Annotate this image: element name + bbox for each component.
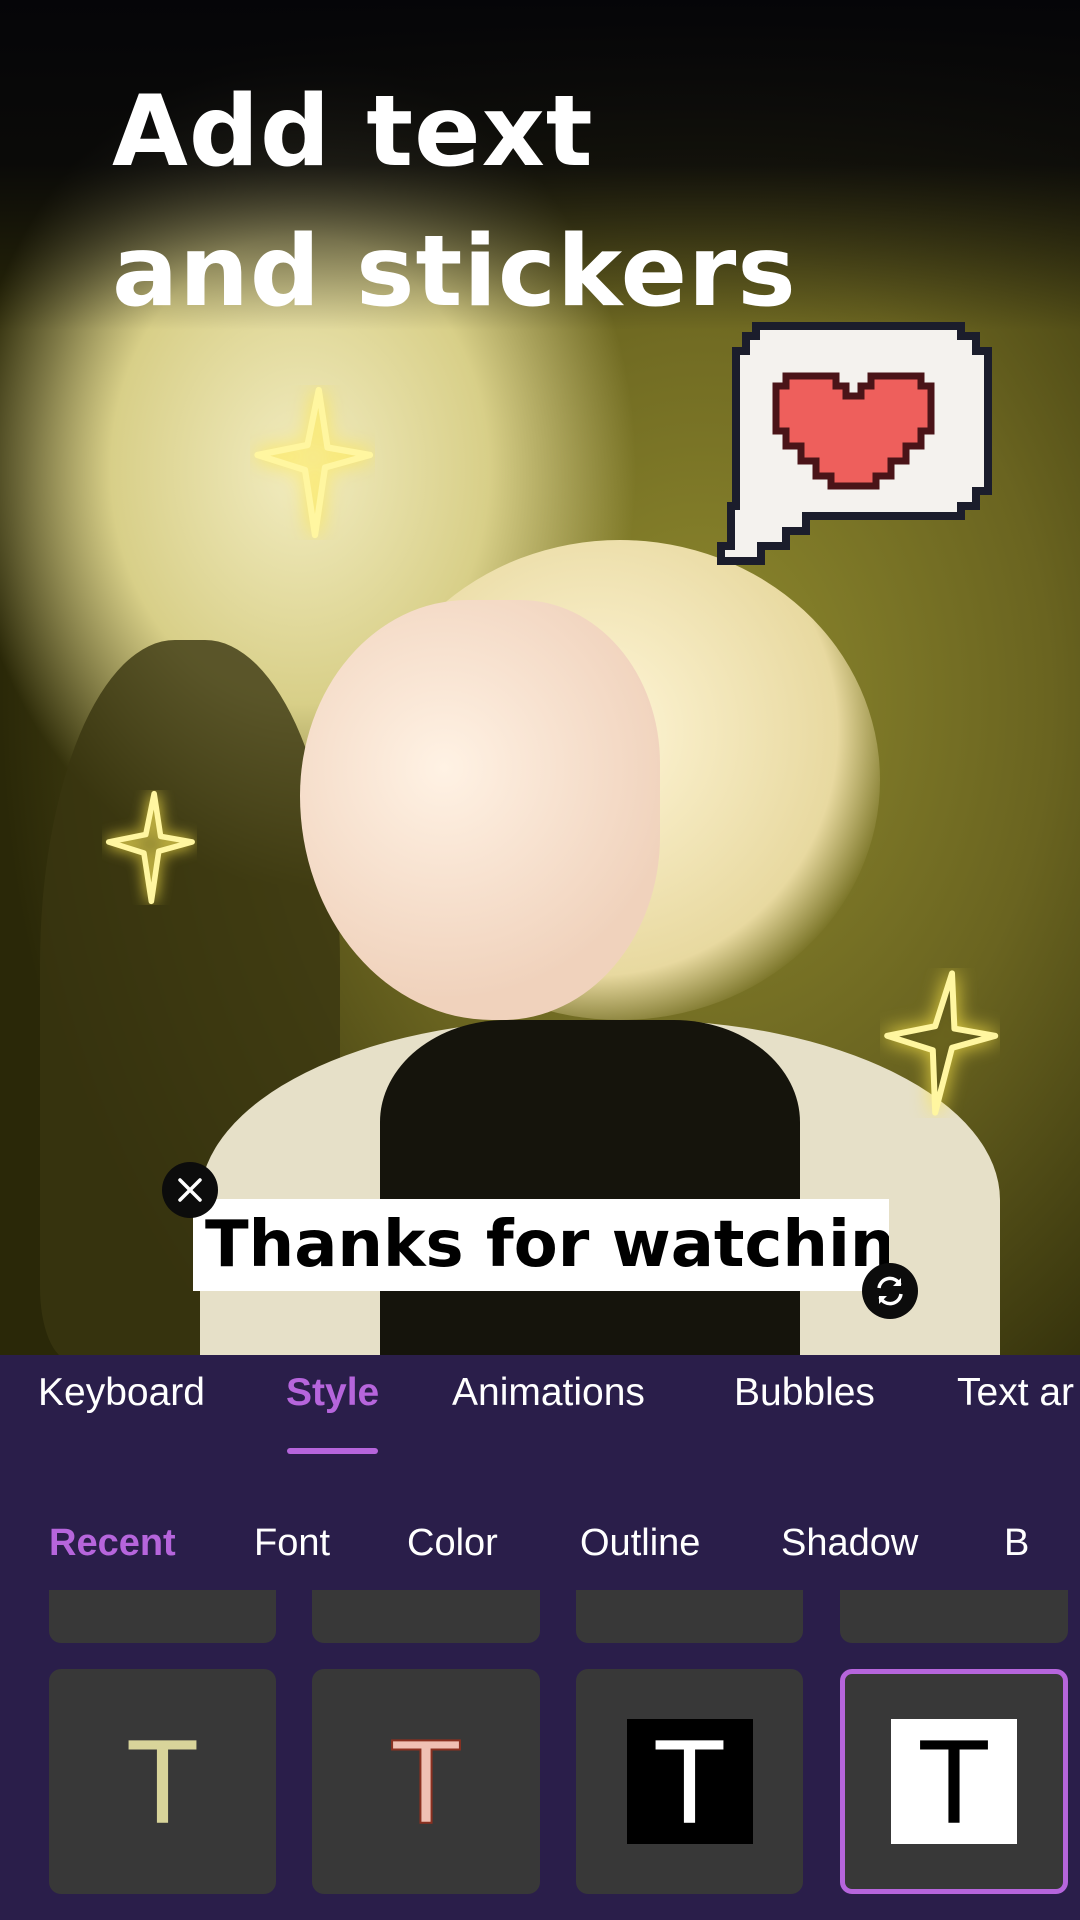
subtab-shadow[interactable]: Shadow (781, 1522, 918, 1565)
caption-text-box[interactable]: Thanks for watching! (193, 1199, 889, 1291)
headline-line-1: Add text (112, 75, 594, 189)
style-preset-black-box[interactable]: T (576, 1669, 803, 1894)
tab-animations[interactable]: Animations (452, 1371, 645, 1415)
sparkle-sticker[interactable] (250, 385, 375, 540)
style-preset-yellow[interactable]: T (49, 1669, 276, 1894)
subtab-font[interactable]: Font (254, 1522, 330, 1565)
sparkle-sticker[interactable] (102, 790, 197, 905)
subtab-color[interactable]: Color (407, 1522, 498, 1565)
photo-collar (380, 1020, 800, 1355)
close-button[interactable] (162, 1162, 218, 1218)
preset-glyph: T (626, 1719, 753, 1844)
style-preset-tile[interactable] (576, 1590, 803, 1643)
tab-bubbles[interactable]: Bubbles (734, 1371, 875, 1415)
close-icon (178, 1178, 202, 1202)
style-preset-tile[interactable] (312, 1590, 540, 1643)
preset-glyph: T (388, 1714, 463, 1849)
photo-canvas[interactable]: Add text and stickers Thanks for watchin… (0, 0, 1080, 1355)
rotate-button[interactable] (862, 1263, 918, 1319)
caption-text[interactable]: Thanks for watching! (205, 1208, 889, 1282)
subtab-background[interactable]: B (1004, 1522, 1030, 1565)
headline: Add text and stickers (112, 62, 797, 342)
style-preset-tile[interactable] (49, 1590, 276, 1643)
style-preset-tile[interactable] (840, 1590, 1068, 1643)
preset-glyph: T (891, 1719, 1017, 1844)
main-tabs: Keyboard Style Animations Bubbles Text a… (0, 1355, 1080, 1465)
tab-text-animations[interactable]: Text ar (957, 1371, 1074, 1415)
headline-line-2: and stickers (112, 215, 797, 329)
style-preset-pink-outline[interactable]: T (312, 1669, 540, 1894)
sparkle-sticker[interactable] (880, 968, 1000, 1118)
rotate-icon (877, 1276, 903, 1306)
style-preset-white-box[interactable]: T (840, 1669, 1068, 1894)
subtab-recent[interactable]: Recent (49, 1522, 176, 1565)
tab-style[interactable]: Style (286, 1371, 379, 1415)
active-tab-indicator (287, 1448, 378, 1454)
subtab-outline[interactable]: Outline (580, 1522, 700, 1565)
photo-face (300, 600, 660, 1020)
pixel-heart-bubble-sticker[interactable] (716, 306, 1001, 576)
tab-keyboard[interactable]: Keyboard (38, 1371, 205, 1415)
preset-glyph: T (125, 1714, 200, 1849)
